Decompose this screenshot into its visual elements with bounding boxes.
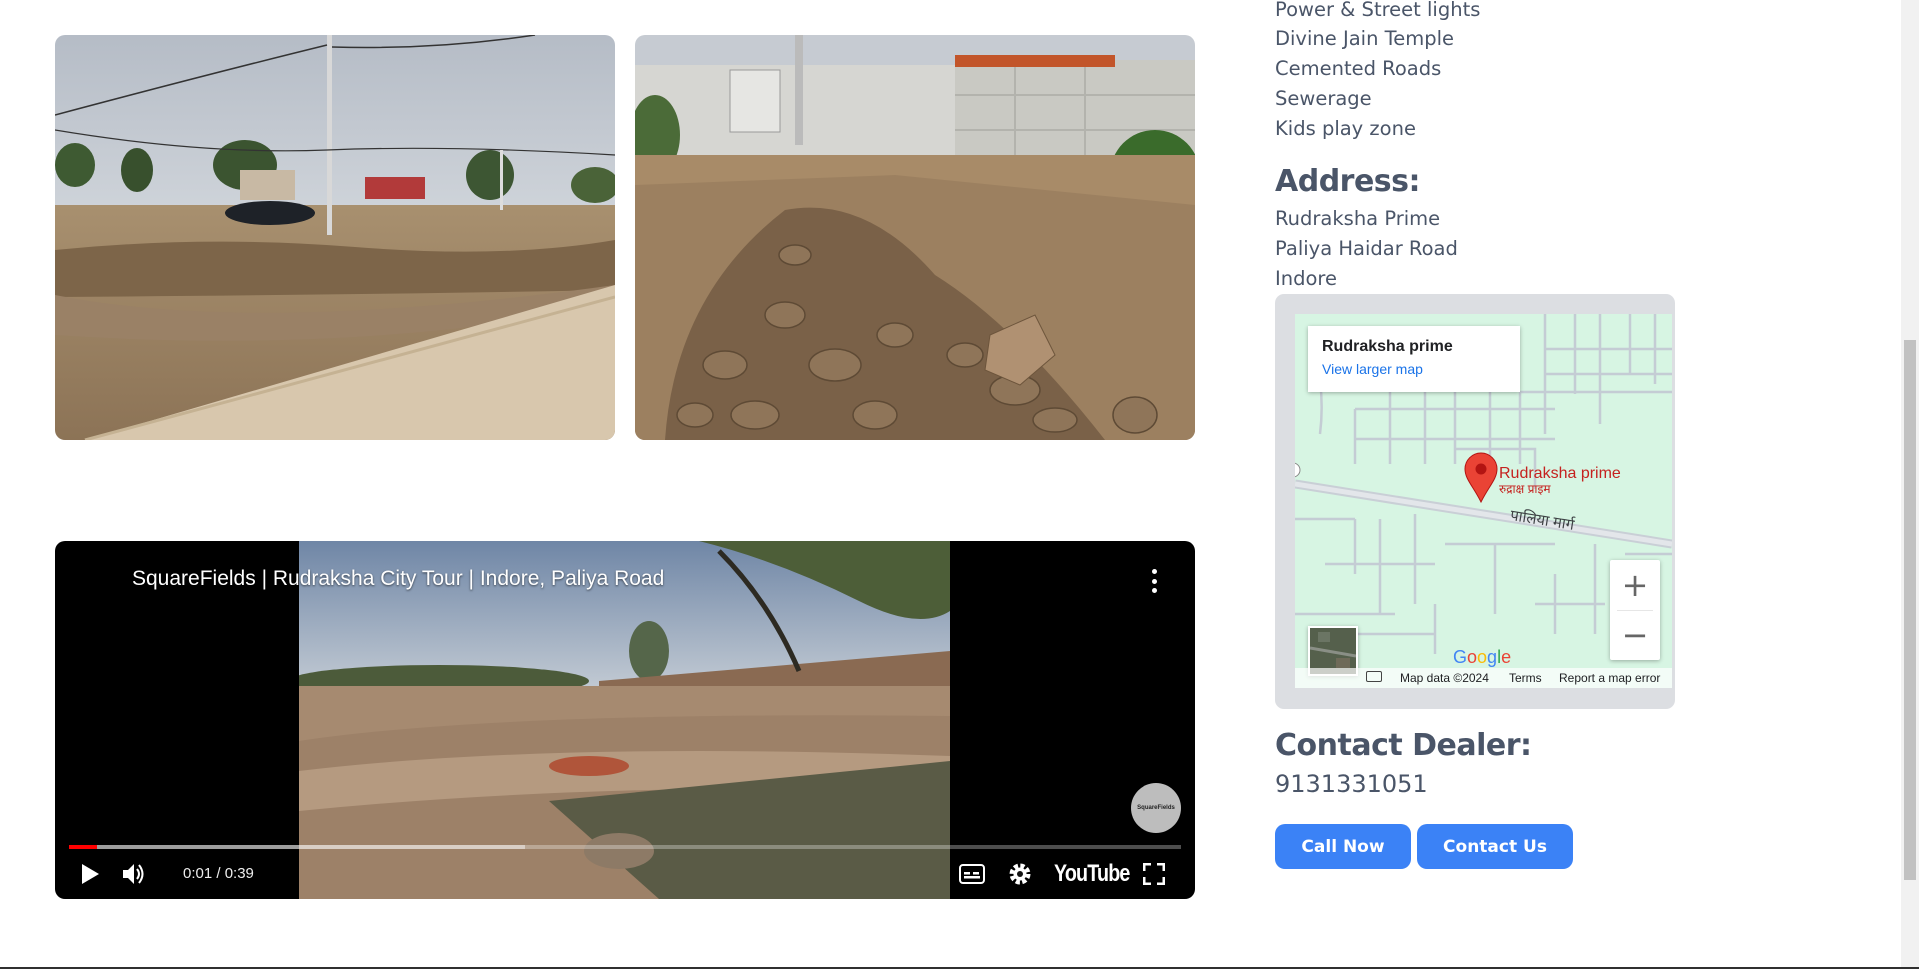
zoom-out-button[interactable]: − [1610,610,1660,660]
amenity-item: Kids play zone [1275,117,1416,140]
address-line: Indore [1275,267,1338,290]
volume-icon[interactable] [121,861,147,887]
fullscreen-icon[interactable] [1141,861,1167,887]
zoom-in-button[interactable]: + [1610,560,1660,610]
map-place-name: Rudraksha prime [1322,338,1453,355]
page-scrollbar[interactable] [1901,0,1919,969]
captions-icon[interactable] [957,862,987,886]
address-heading: Address: [1275,164,1421,199]
amenity-item: Power & Street lights [1275,0,1481,21]
map-data-text: Map data ©2024 [1400,671,1489,685]
amenity-item: Cemented Roads [1275,57,1442,80]
project-photo-2 [635,35,1195,440]
player-controls: 0:01 / 0:39 YouTube [55,849,1195,899]
map-place-card: Rudraksha prime View larger map [1308,326,1520,392]
address-line: Rudraksha Prime [1275,207,1441,230]
keyboard-icon[interactable] [1366,671,1382,682]
map-report-link[interactable]: Report a map error [1559,671,1660,685]
map-pin-icon [1464,452,1498,504]
settings-icon[interactable] [1007,861,1033,887]
google-map[interactable]: Rudraksha prime View larger map Rudraksh… [1295,314,1672,688]
view-larger-map-link[interactable]: View larger map [1322,361,1506,377]
call-now-button[interactable]: Call Now [1275,824,1411,869]
map-container: Rudraksha prime View larger map Rudraksh… [1275,294,1675,709]
video-time: 0:01 / 0:39 [183,865,254,882]
dealer-phone: 9131331051 [1275,770,1428,798]
map-attribution: Map data ©2024 Terms Report a map error [1295,668,1672,688]
amenity-item: Divine Jain Temple [1275,27,1455,50]
google-logo: Google [1453,647,1512,667]
map-pin-label[interactable]: Rudraksha prime रुद्राक्ष प्राइम [1499,466,1621,496]
map-zoom-control: + − [1610,560,1660,660]
contact-heading: Contact Dealer: [1275,728,1532,763]
youtube-logo[interactable]: YouTube [1054,860,1130,888]
video-title[interactable]: SquareFields | Rudraksha City Tour | Ind… [132,567,664,591]
project-photo-1 [55,35,615,440]
contact-us-button[interactable]: Contact Us [1417,824,1573,869]
scrollbar-thumb[interactable] [1904,340,1916,880]
channel-watermark[interactable]: SquareFields [1131,783,1181,833]
amenity-item: Sewerage [1275,87,1372,110]
map-terms-link[interactable]: Terms [1509,671,1542,685]
more-vert-icon[interactable] [1151,569,1157,593]
play-icon[interactable] [77,861,103,887]
address-line: Paliya Haidar Road [1275,237,1458,260]
youtube-video-player[interactable]: SquareFields | Rudraksha City Tour | Ind… [55,541,1195,899]
